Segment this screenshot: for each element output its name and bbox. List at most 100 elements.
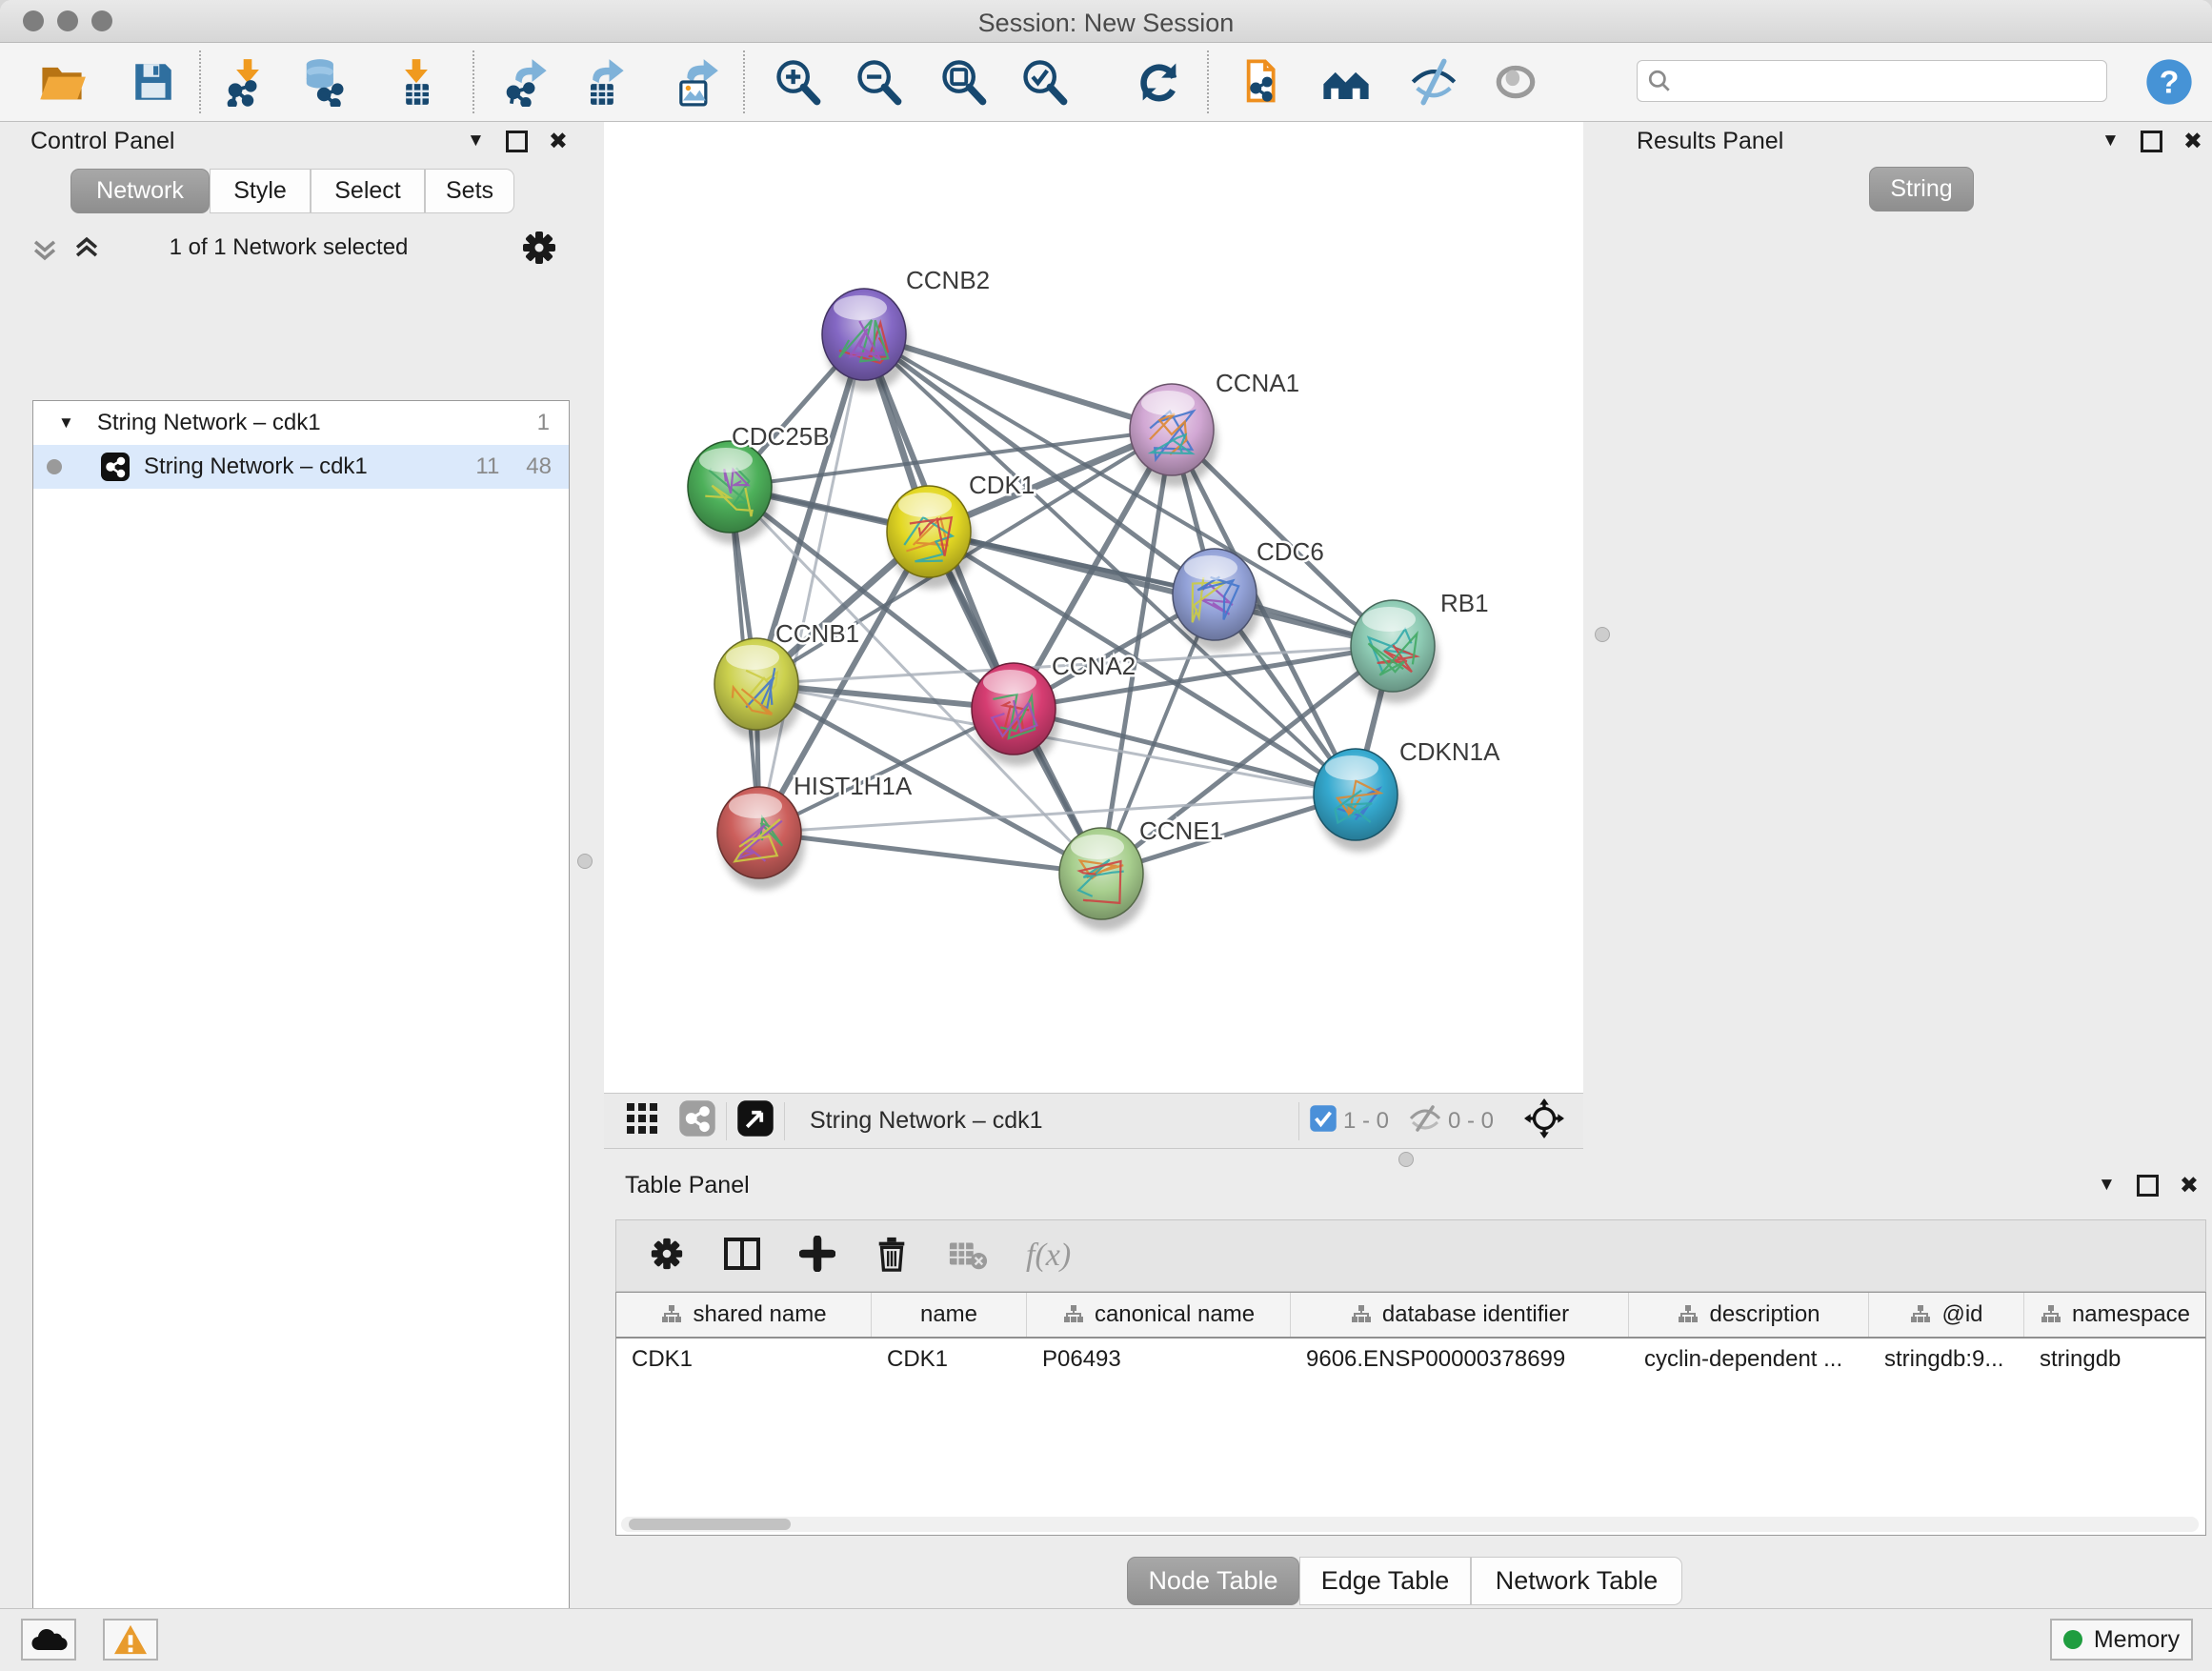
zoom-selected-icon: [1019, 57, 1069, 107]
refresh-button[interactable]: [1132, 54, 1187, 110]
memory-label: Memory: [2094, 1626, 2180, 1654]
table-panel-title: Table Panel: [625, 1172, 750, 1199]
separator: [784, 1102, 785, 1140]
tab-string[interactable]: String: [1869, 167, 1974, 211]
tree-expand-icon[interactable]: ▼: [58, 413, 74, 433]
function-builder-button[interactable]: f(x): [1026, 1238, 1071, 1274]
memory-button[interactable]: Memory: [2050, 1619, 2193, 1661]
export-table-button[interactable]: [575, 54, 631, 110]
delete-table-button[interactable]: [948, 1237, 988, 1276]
help-button[interactable]: ?: [2142, 54, 2197, 110]
string-network-graph[interactable]: CCNB2CCNA1CDC25BCDK1CDC6RB1CCNB1CCNA2CDK…: [604, 122, 1583, 1093]
column-header-description[interactable]: description: [1629, 1293, 1869, 1337]
search-input[interactable]: [1679, 67, 2097, 95]
cell-name[interactable]: CDK1: [872, 1339, 1027, 1380]
scrollbar-thumb[interactable]: [629, 1519, 791, 1530]
cell-description[interactable]: cyclin-dependent ...: [1629, 1339, 1869, 1380]
column-header-name[interactable]: name: [872, 1293, 1027, 1337]
cloud-status-button[interactable]: [21, 1619, 76, 1661]
tab-sets[interactable]: Sets: [425, 169, 514, 213]
create-column-button[interactable]: [799, 1236, 835, 1277]
separator: [726, 1102, 727, 1140]
selected-checkbox[interactable]: [1309, 1104, 1337, 1137]
table-horizontal-scrollbar[interactable]: [621, 1517, 2199, 1532]
column-header-id[interactable]: @id: [1869, 1293, 2024, 1337]
open-session-button[interactable]: [34, 54, 90, 110]
left-splitter-handle[interactable]: [577, 854, 593, 869]
tab-edge-table[interactable]: Edge Table: [1299, 1557, 1471, 1605]
table-panel-window-buttons: ▼ ✖: [2098, 1172, 2199, 1198]
tab-network[interactable]: Network: [70, 169, 210, 213]
zoom-selected-button[interactable]: [1016, 54, 1072, 110]
collapse-panel-icon[interactable]: ▼: [2098, 1175, 2116, 1196]
tab-network-table[interactable]: Network Table: [1471, 1557, 1682, 1605]
column-type-icon: [1677, 1303, 1699, 1326]
home-button[interactable]: [1318, 54, 1374, 110]
search-field[interactable]: [1637, 60, 2107, 102]
export-image-button[interactable]: [668, 54, 723, 110]
export-network-button[interactable]: [498, 54, 553, 110]
column-header-namespace[interactable]: namespace: [2024, 1293, 2205, 1337]
zoom-fit-icon: [938, 57, 988, 107]
zoom-in-button[interactable]: [770, 54, 825, 110]
show-columns-button[interactable]: [723, 1235, 761, 1278]
close-panel-icon[interactable]: ✖: [2183, 128, 2202, 154]
float-panel-icon[interactable]: [506, 131, 528, 152]
network-node-hist1h1a[interactable]: HIST1H1A: [717, 772, 913, 890]
zoom-fit-button[interactable]: [935, 54, 991, 110]
column-type-icon: [2040, 1303, 2062, 1326]
zoom-out-button[interactable]: [851, 54, 906, 110]
close-panel-icon[interactable]: ✖: [549, 128, 568, 154]
warnings-button[interactable]: [103, 1619, 158, 1661]
string-style-button[interactable]: [678, 1099, 716, 1142]
table-options-gear-button[interactable]: [649, 1236, 685, 1277]
network-node-ccne1[interactable]: CCNE1: [1059, 816, 1223, 931]
cell-canonical-name[interactable]: P06493: [1027, 1339, 1291, 1380]
network-node-cdkn1a[interactable]: CDKN1A: [1314, 737, 1500, 852]
collapse-panel-icon[interactable]: ▼: [467, 131, 485, 151]
column-header-shared-name[interactable]: shared name: [616, 1293, 872, 1337]
network-node-rb1[interactable]: RB1: [1351, 589, 1489, 703]
results-panel-title: Results Panel: [1637, 128, 1783, 155]
network-node-cdc6[interactable]: CDC6: [1173, 537, 1324, 652]
float-panel-icon[interactable]: [2137, 1175, 2159, 1197]
cell-namespace[interactable]: stringdb: [2024, 1339, 2205, 1380]
gear-icon: [520, 229, 558, 267]
right-splitter-handle[interactable]: [1595, 627, 1610, 642]
table-toolbar: f(x): [615, 1219, 2206, 1292]
cell-shared-name[interactable]: CDK1: [616, 1339, 872, 1380]
delete-columns-button[interactable]: [874, 1236, 910, 1277]
navigate-crosshair-button[interactable]: [1524, 1098, 1564, 1143]
share-document-icon: [1240, 57, 1290, 107]
birds-eye-view-button[interactable]: [736, 1099, 774, 1142]
import-table-button[interactable]: [389, 54, 444, 110]
cell-id[interactable]: stringdb:9...: [1869, 1339, 2024, 1380]
tab-style[interactable]: Style: [210, 169, 311, 213]
share-annotation-button[interactable]: [1237, 54, 1293, 110]
column-header-canonical-name[interactable]: canonical name: [1027, 1293, 1291, 1337]
selected-node-edge-counts: 1 - 0: [1343, 1108, 1389, 1135]
window-title: Session: New Session: [0, 9, 2212, 38]
collapse-panel-icon[interactable]: ▼: [2101, 131, 2120, 151]
import-network-button[interactable]: [220, 54, 275, 110]
close-panel-icon[interactable]: ✖: [2180, 1172, 2199, 1198]
network-view-title: String Network – cdk1: [810, 1107, 1043, 1135]
table-row[interactable]: CDK1 CDK1 P06493 9606.ENSP00000378699 cy…: [616, 1339, 2205, 1380]
network-row-selected[interactable]: String Network – cdk1 11 48: [33, 445, 569, 489]
network-options-gear-button[interactable]: [520, 229, 558, 272]
column-header-database-identifier[interactable]: database identifier: [1291, 1293, 1629, 1337]
show-all-button[interactable]: [1488, 54, 1543, 110]
hidden-eye-icon: [1408, 1104, 1442, 1137]
hide-selected-button[interactable]: [1406, 54, 1461, 110]
save-session-button[interactable]: [126, 54, 181, 110]
tab-select[interactable]: Select: [311, 169, 425, 213]
network-view-canvas[interactable]: CCNB2CCNA1CDC25BCDK1CDC6RB1CCNB1CCNA2CDK…: [604, 122, 1583, 1093]
float-panel-icon[interactable]: [2141, 131, 2162, 152]
grid-view-button[interactable]: [625, 1101, 659, 1140]
network-node-cdk1[interactable]: CDK1: [887, 471, 1035, 589]
cell-database-identifier[interactable]: 9606.ENSP00000378699: [1291, 1339, 1629, 1380]
node-label: HIST1H1A: [794, 772, 913, 800]
network-collection-row[interactable]: ▼ String Network – cdk1 1: [33, 401, 569, 445]
tab-node-table[interactable]: Node Table: [1127, 1557, 1299, 1605]
import-network-from-database-button[interactable]: [294, 54, 350, 110]
